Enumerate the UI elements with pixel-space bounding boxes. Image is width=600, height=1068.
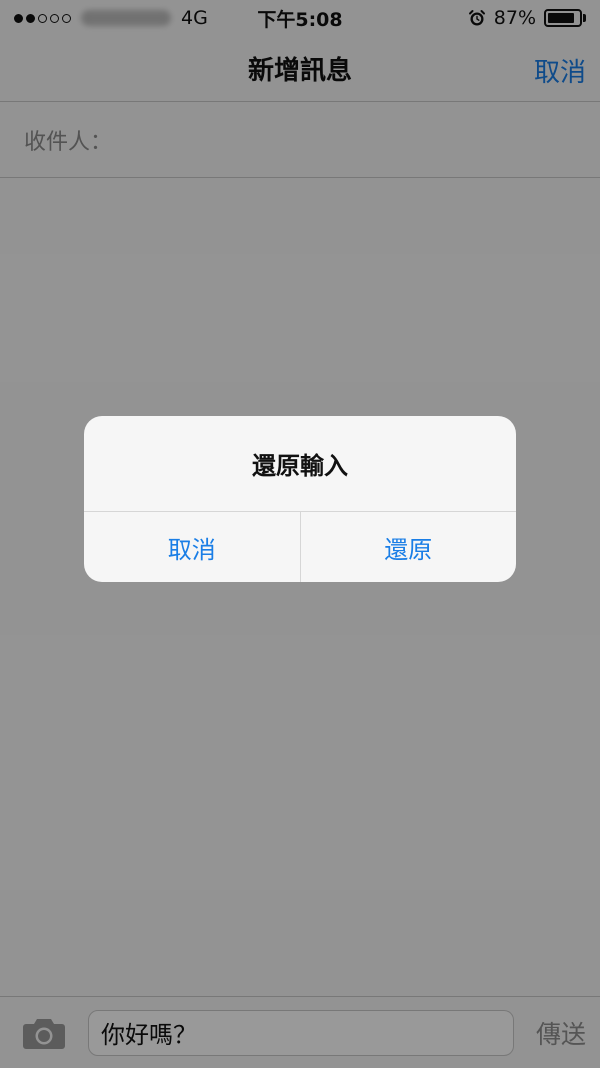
new-message-screen: 4G 下午5:08 87% 新增訊息 取消 收件人： 你好嗎？ 傳送 還原輸入 … [0, 0, 600, 1068]
alert-undo-button[interactable]: 還原 [299, 512, 517, 582]
alert-actions: 取消 還原 [84, 512, 516, 582]
undo-typing-alert: 還原輸入 取消 還原 [84, 416, 516, 582]
alert-cancel-button[interactable]: 取消 [84, 512, 300, 582]
alert-title: 還原輸入 [84, 416, 516, 512]
